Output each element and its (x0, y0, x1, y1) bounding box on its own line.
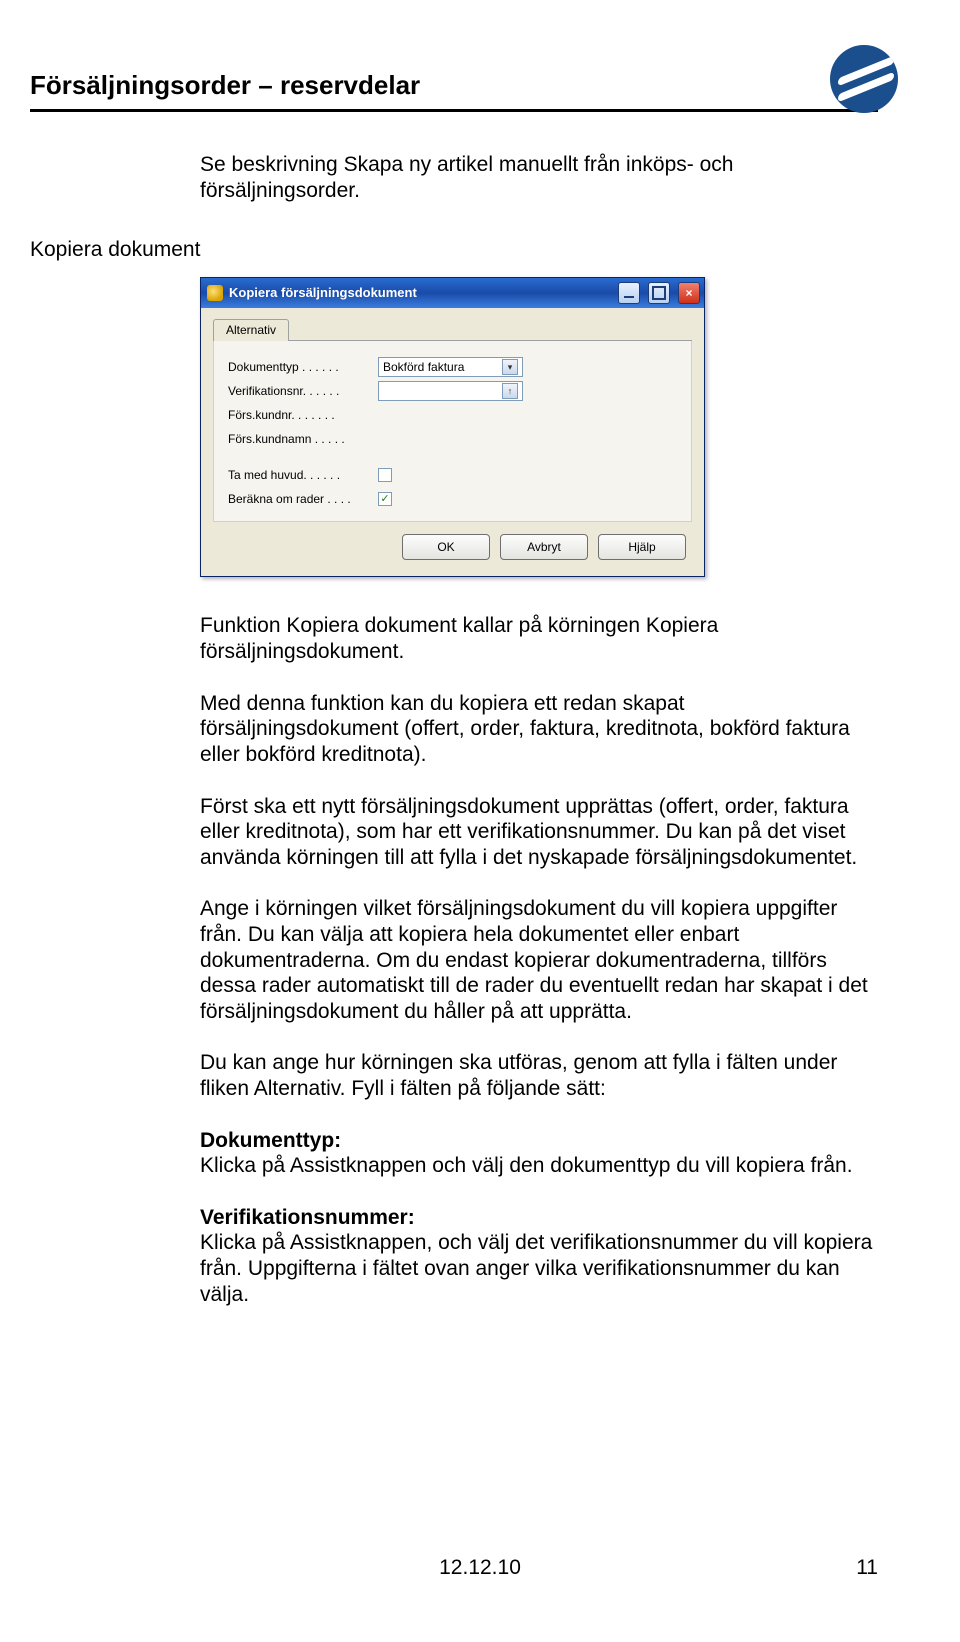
heading-dokumenttyp: Dokumenttyp: (200, 1128, 878, 1154)
footer-page: 11 (856, 1556, 878, 1580)
dropdown-icon[interactable]: ▾ (502, 359, 518, 375)
dialog-title: Kopiera försäljningsdokument (229, 285, 610, 301)
titlebar: Kopiera försäljningsdokument × (201, 278, 704, 308)
checkbox-tamedhuvud[interactable] (378, 468, 392, 482)
checkbox-beraknaom[interactable]: ✓ (378, 492, 392, 506)
page-title: Försäljningsorder – reservdelar (30, 70, 420, 101)
input-verifikationsnr[interactable]: ↑ (378, 381, 523, 401)
para-5: Du kan ange hur körningen ska utföras, g… (200, 1050, 878, 1101)
copy-dialog: Kopiera försäljningsdokument × Alternati… (200, 277, 705, 578)
tab-alternativ[interactable]: Alternativ (213, 319, 289, 342)
label-forskundnr: Förs.kundnr. . . . . . . (228, 408, 378, 423)
label-forskundnamn: Förs.kundnamn . . . . . (228, 432, 378, 447)
app-icon (207, 285, 223, 301)
label-dokumenttyp: Dokumenttyp . . . . . . (228, 360, 378, 375)
para-1: Funktion Kopiera dokument kallar på körn… (200, 613, 878, 664)
help-button[interactable]: Hjälp (598, 534, 686, 560)
assist-icon[interactable]: ↑ (502, 383, 518, 399)
label-beraknaom: Beräkna om rader . . . . (228, 492, 378, 507)
para-3: Först ska ett nytt försäljningsdokument … (200, 794, 878, 871)
label-verifikationsnr: Verifikationsnr. . . . . . (228, 384, 378, 399)
value-dokumenttyp: Bokförd faktura (383, 360, 464, 375)
label-tamedhuvud: Ta med huvud. . . . . . (228, 468, 378, 483)
ok-button[interactable]: OK (402, 534, 490, 560)
heading-verifikationsnummer: Verifikationsnummer: (200, 1205, 878, 1231)
company-logo (830, 45, 898, 113)
cancel-button[interactable]: Avbryt (500, 534, 588, 560)
section-heading: Kopiera dokument (30, 237, 878, 263)
para-4: Ange i körningen vilket försäljningsdoku… (200, 896, 878, 1024)
minimize-button[interactable] (618, 282, 640, 304)
intro-text: Se beskrivning Skapa ny artikel manuellt… (200, 152, 878, 203)
header-rule (30, 109, 878, 112)
input-dokumenttyp[interactable]: Bokförd faktura ▾ (378, 357, 523, 377)
para-7: Klicka på Assistknappen, och välj det ve… (200, 1230, 878, 1307)
footer-date: 12.12.10 (439, 1556, 521, 1580)
para-2: Med denna funktion kan du kopiera ett re… (200, 691, 878, 768)
close-button[interactable]: × (678, 282, 700, 304)
maximize-button[interactable] (648, 282, 670, 304)
para-6: Klicka på Assistknappen och välj den dok… (200, 1153, 878, 1179)
